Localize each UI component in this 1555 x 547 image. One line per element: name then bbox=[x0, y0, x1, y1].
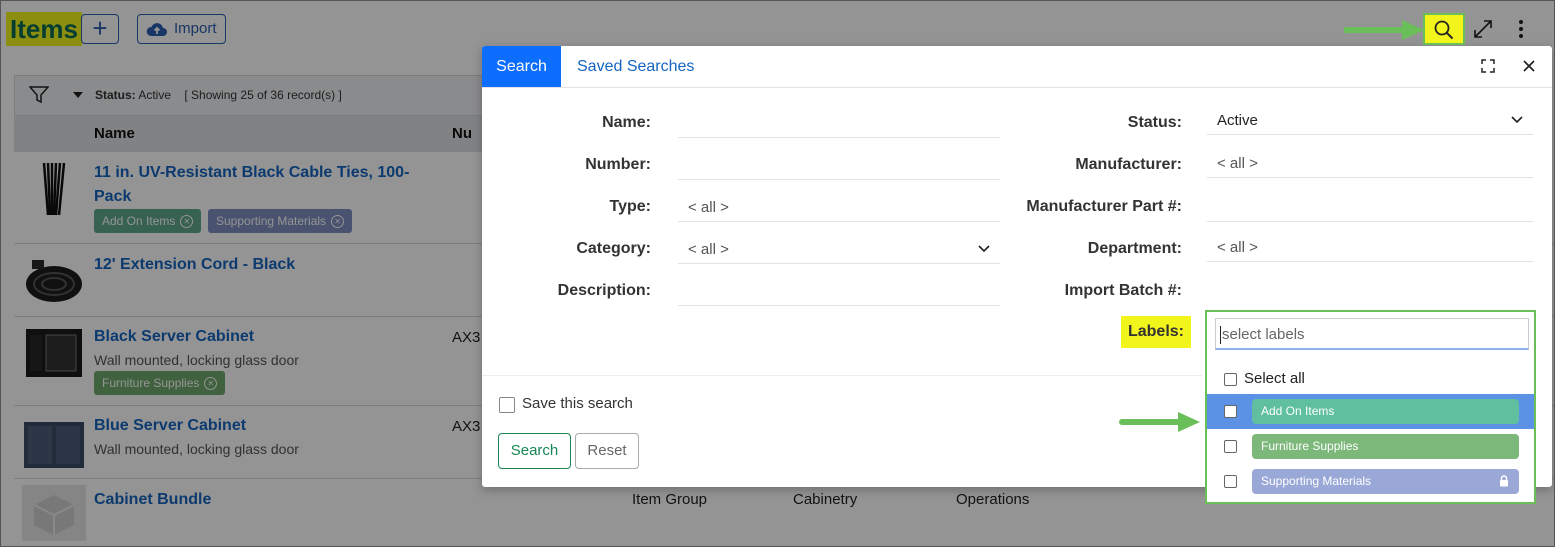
labels-dropdown: select labels Select all Add On Items Fu… bbox=[1205, 310, 1536, 504]
category-value: < all > bbox=[688, 241, 729, 258]
callout-arrow-icon bbox=[1119, 412, 1200, 432]
search-submit-button[interactable]: Search bbox=[498, 433, 571, 469]
field-label-import-batch: Import Batch #: bbox=[1064, 282, 1182, 299]
label-pill-text: Supporting Materials bbox=[1261, 474, 1372, 488]
save-search-label[interactable]: Save this search bbox=[522, 395, 633, 412]
department-select[interactable]: < all > bbox=[1207, 234, 1533, 262]
dialog-footer-divider bbox=[482, 375, 1202, 376]
name-field[interactable] bbox=[678, 110, 1000, 138]
manufacturer-part-field[interactable] bbox=[1207, 194, 1533, 222]
labels-placeholder: select labels bbox=[1222, 326, 1305, 343]
search-icon bbox=[1434, 20, 1454, 40]
dialog-header-divider bbox=[482, 87, 1552, 88]
reset-button[interactable]: Reset bbox=[575, 433, 639, 469]
text-cursor bbox=[1220, 326, 1221, 345]
manufacturer-select[interactable]: < all > bbox=[1207, 150, 1533, 178]
number-field[interactable] bbox=[678, 152, 1000, 180]
chevron-down-icon bbox=[978, 245, 990, 253]
label-pill[interactable]: Furniture Supplies bbox=[1252, 434, 1519, 459]
field-label-number: Number: bbox=[585, 156, 651, 173]
label-option-checkbox[interactable] bbox=[1224, 475, 1237, 488]
maximize-icon[interactable] bbox=[1481, 59, 1495, 73]
type-select[interactable]: < all > bbox=[678, 194, 1000, 222]
save-search-checkbox[interactable] bbox=[499, 397, 515, 413]
chevron-down-icon bbox=[1511, 116, 1523, 124]
field-label-status: Status: bbox=[1127, 114, 1182, 131]
field-label-department: Department: bbox=[1087, 240, 1182, 257]
field-label-category: Category: bbox=[576, 240, 651, 257]
tab-search[interactable]: Search bbox=[482, 46, 561, 87]
field-label-manufacturer: Manufacturer: bbox=[1075, 156, 1182, 173]
label-option[interactable]: Add On Items bbox=[1207, 394, 1534, 429]
close-icon[interactable] bbox=[1522, 59, 1536, 73]
lock-icon bbox=[1500, 475, 1508, 487]
labels-search-input[interactable]: select labels bbox=[1215, 318, 1529, 350]
select-all-label[interactable]: Select all bbox=[1244, 370, 1305, 387]
field-label-labels: Labels: bbox=[1121, 316, 1191, 348]
field-label-manufacturer-part: Manufacturer Part #: bbox=[1026, 198, 1182, 215]
label-pill[interactable]: Add On Items bbox=[1252, 399, 1519, 424]
label-option[interactable]: Supporting Materials bbox=[1207, 464, 1534, 499]
callout-arrow-icon bbox=[1344, 20, 1424, 40]
description-field[interactable] bbox=[678, 278, 1000, 306]
label-pill[interactable]: Supporting Materials bbox=[1252, 469, 1519, 494]
status-select[interactable]: Active bbox=[1207, 107, 1533, 135]
field-label-type: Type: bbox=[609, 198, 651, 215]
select-all-checkbox[interactable] bbox=[1224, 373, 1237, 386]
status-value: Active bbox=[1217, 112, 1258, 129]
field-label-description: Description: bbox=[557, 282, 651, 299]
search-button-highlighted[interactable] bbox=[1423, 13, 1465, 45]
tab-saved-searches[interactable]: Saved Searches bbox=[577, 46, 694, 87]
label-option-checkbox[interactable] bbox=[1224, 440, 1237, 453]
label-option-checkbox[interactable] bbox=[1224, 405, 1237, 418]
label-option[interactable]: Furniture Supplies bbox=[1207, 429, 1534, 464]
field-label-name: Name: bbox=[602, 114, 651, 131]
category-select[interactable]: < all > bbox=[678, 236, 1000, 264]
